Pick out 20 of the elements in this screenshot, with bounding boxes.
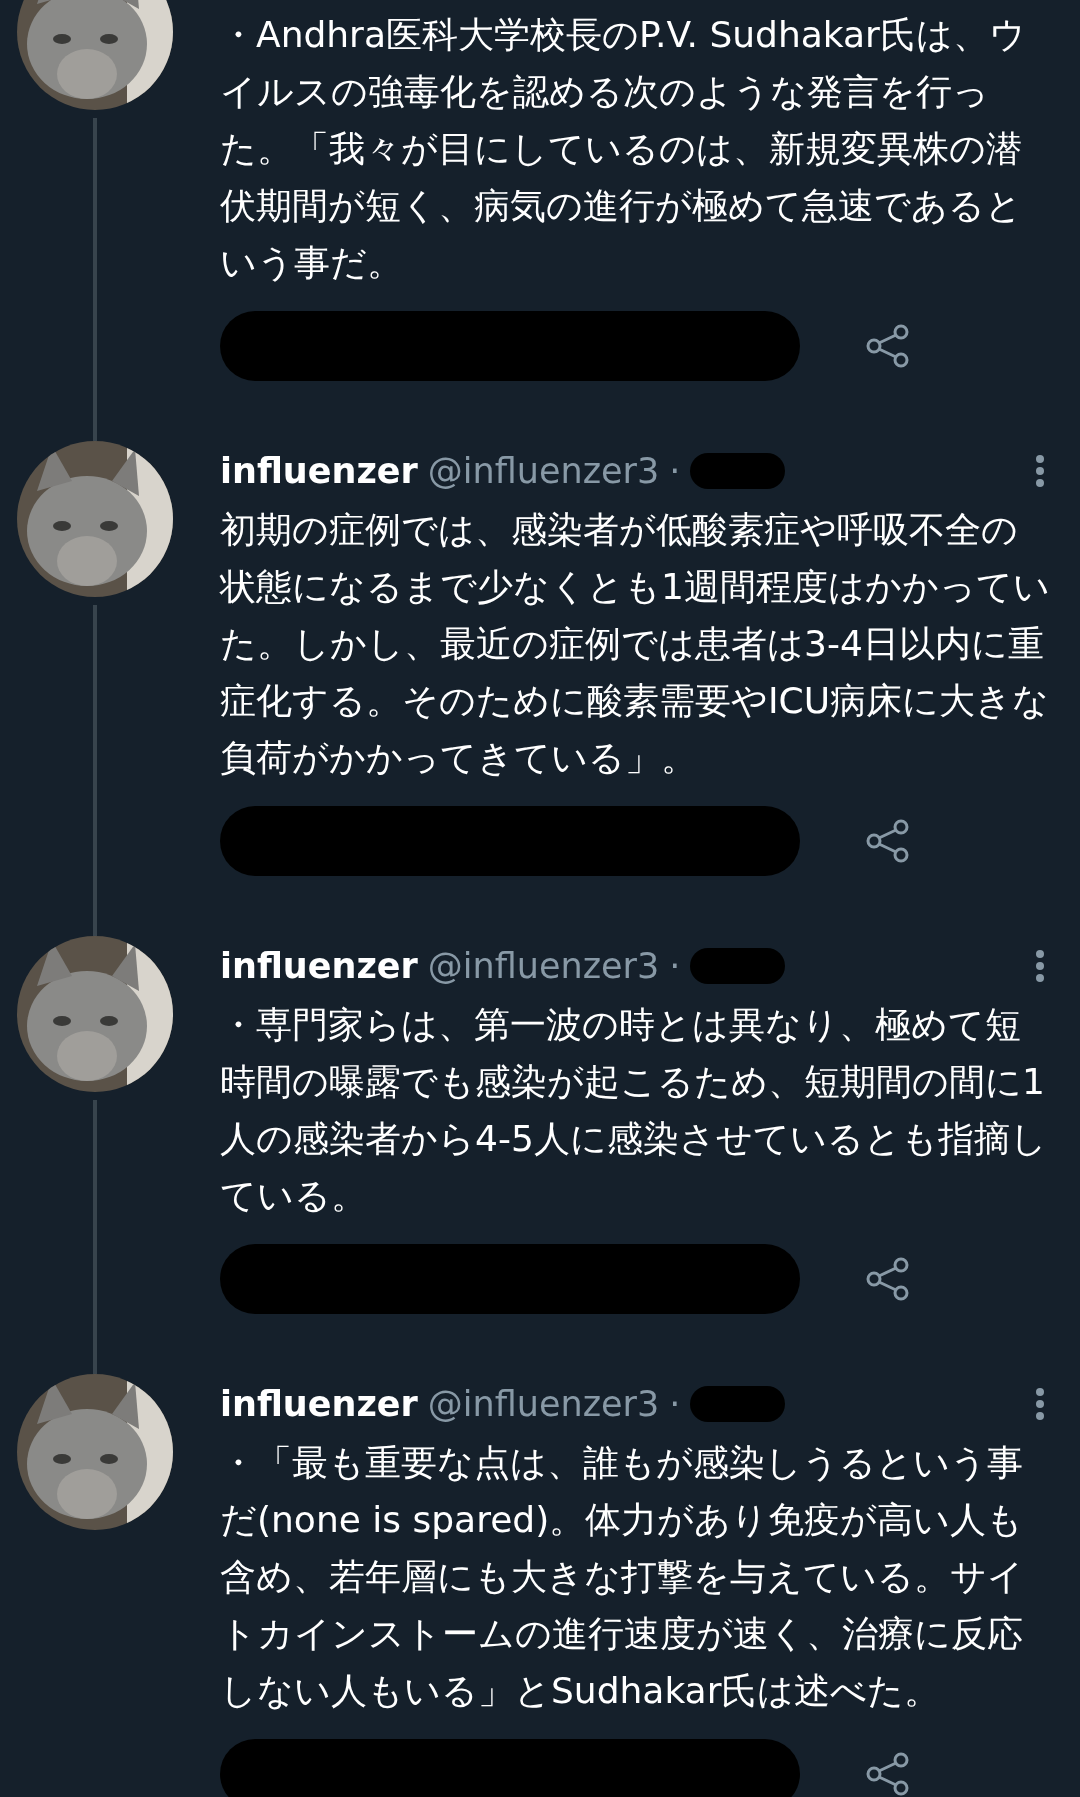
more-icon[interactable]: [1034, 454, 1046, 488]
author-handle: @influenzer3: [427, 1384, 660, 1424]
author-handle: @influenzer3: [427, 451, 660, 491]
author-name: influenzer: [220, 1384, 418, 1424]
separator-dot: ·: [669, 451, 681, 491]
share-icon[interactable]: [866, 1752, 910, 1796]
tweet-text: 初期の症例では、感染者が低酸素症や呼吸不全の状態になるまで少なくとも1週間程度はかかっていた。しかし、最近の症例では患者は3-4日以内に重症化する。そのために酸素需要やICU病床に大きな負荷がかかってきている」。: [220, 508, 1050, 780]
more-icon[interactable]: [1034, 1387, 1046, 1421]
tweet-text: ・Andhra医科大学校長のP.V. Sudhakar氏は、ウイルスの強毒化を認める次のような発言を行った。「我々が目にしているのは、新規変異株の潜伏期間が短く、病気の進行が極めて急速であるという事だ。: [220, 13, 1027, 285]
tweet-text: ・「最も重要な点は、誰もが感染しうるという事だ(none is spared)。体力があり免疫が高い人も含め、若年層にも大きな打撃を与えている。サイトカインストームの進行速度が速く、治療に反応しない人もいる」とSudhakar氏は述べた。: [220, 1441, 1025, 1713]
author-name: influenzer: [220, 451, 418, 491]
separator-dot: ·: [669, 946, 681, 986]
share-icon[interactable]: [866, 324, 910, 368]
tweet-text: ・専門家らは、第一波の時とは異なり、極めて短時間の曝露でも感染が起こるため、短期間の間に1人の感染者から4-5人に感染させているとも指摘している。: [220, 1003, 1048, 1218]
author-name: influenzer: [220, 946, 418, 986]
share-icon[interactable]: [866, 1257, 910, 1301]
separator-dot: ·: [669, 1384, 681, 1424]
share-icon[interactable]: [866, 819, 910, 863]
more-icon[interactable]: [1034, 949, 1046, 983]
author-handle: @influenzer3: [427, 946, 660, 986]
